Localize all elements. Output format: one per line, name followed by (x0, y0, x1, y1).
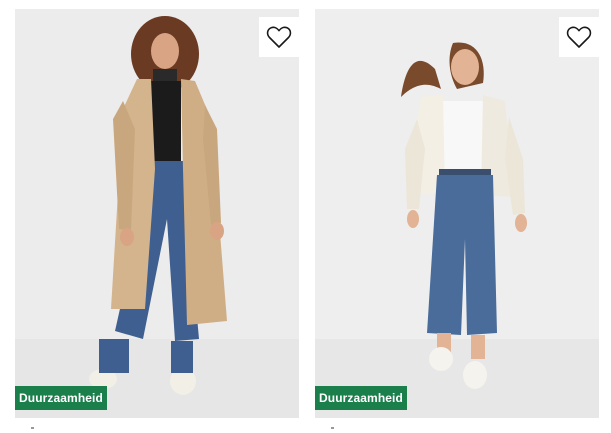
wishlist-button-2[interactable] (559, 17, 599, 57)
product-card-2[interactable]: Duurzaamheid (315, 9, 599, 418)
sustainability-badge-2: Duurzaamheid (315, 386, 407, 410)
heart-outline-icon (566, 26, 592, 48)
product-info-1-clipped (15, 423, 75, 433)
product-info-2-clipped (315, 423, 375, 433)
product-photo-1[interactable] (15, 9, 299, 418)
product-card-1[interactable]: Duurzaamheid (15, 9, 299, 418)
sustainability-badge-1: Duurzaamheid (15, 386, 107, 410)
wishlist-button-1[interactable] (259, 17, 299, 57)
heart-outline-icon (266, 26, 292, 48)
product-photo-2[interactable] (315, 9, 599, 418)
